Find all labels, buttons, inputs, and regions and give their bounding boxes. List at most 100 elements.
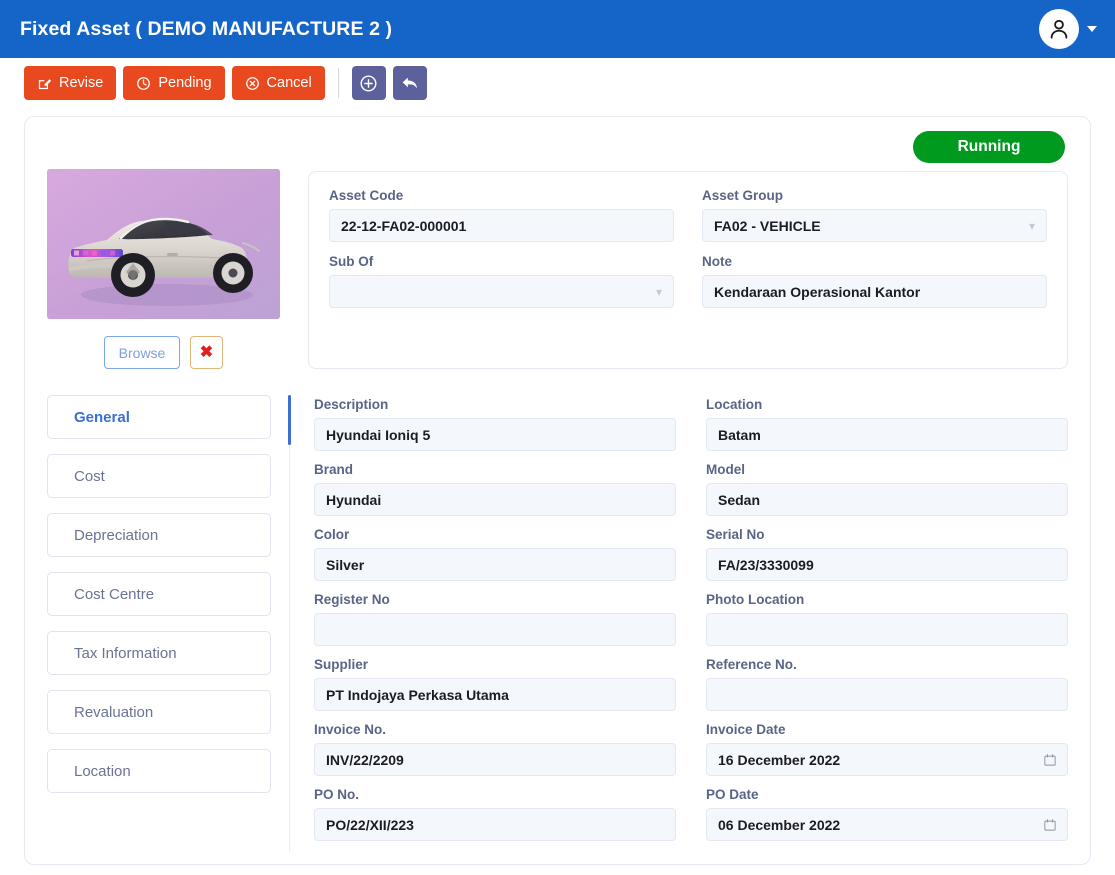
tab-depreciation[interactable]: Depreciation [47, 513, 271, 557]
calendar-icon[interactable] [1043, 753, 1057, 767]
avatar[interactable] [1039, 9, 1079, 49]
add-button[interactable] [351, 66, 386, 100]
browse-button[interactable]: Browse [104, 336, 180, 369]
color-input[interactable]: Silver [314, 548, 676, 581]
tab-revaluation[interactable]: Revaluation [47, 690, 271, 734]
x-circle-icon [245, 76, 259, 90]
cancel-button[interactable]: Cancel [231, 66, 325, 100]
brand-label: Brand [314, 462, 354, 477]
revise-button[interactable]: Revise [24, 66, 117, 100]
back-button[interactable] [392, 66, 427, 100]
note-label: Note [702, 254, 732, 269]
edit-square-icon [38, 78, 52, 89]
tab-cost-centre[interactable]: Cost Centre [47, 572, 271, 616]
active-tab-accent [288, 395, 291, 445]
field-invoice-no: Invoice No. INV/22/2209 [314, 722, 676, 776]
field-note: Note Kendaraan Operasional Kantor [702, 254, 1047, 308]
asset-photo-column: Browse ✖ [47, 169, 280, 369]
tab-cost-centre-label: Cost Centre [74, 585, 155, 603]
asset-photo [47, 169, 280, 319]
status-row: Running [47, 131, 1068, 163]
invoice-no-input[interactable]: INV/22/2209 [314, 743, 676, 776]
asset-info-panel: Asset Code 22-12-FA02-000001 Asset Group… [308, 171, 1068, 369]
status-badge: Running [913, 131, 1065, 163]
tab-tax-information-label: Tax Information [74, 644, 177, 662]
pending-button[interactable]: Pending [123, 66, 225, 100]
color-label: Color [314, 527, 350, 542]
invoice-date-label: Invoice Date [706, 722, 786, 737]
po-no-input[interactable]: PO/22/XII/223 [314, 808, 676, 841]
field-model: Model Sedan [706, 462, 1068, 516]
asset-tabs-section: General Cost Depreciation Cost Centre Ta… [47, 395, 1068, 852]
asset-group-select[interactable]: FA02 - VEHICLE ▾ [702, 209, 1047, 242]
po-no-label: PO No. [314, 787, 360, 802]
field-brand: Brand Hyundai [314, 462, 676, 516]
chevron-down-icon: ▾ [655, 284, 662, 299]
tab-divider [288, 395, 291, 852]
location-label: Location [706, 397, 763, 412]
tab-depreciation-label: Depreciation [74, 526, 159, 544]
supplier-input[interactable]: PT Indojaya Perkasa Utama [314, 678, 676, 711]
asset-detail-card: Running Browse ✖ Asset Code 22-12-FA02-0… [24, 116, 1091, 865]
field-invoice-date: Invoice Date 16 December 2022 [706, 722, 1068, 776]
clock-icon [137, 76, 151, 90]
register-no-input[interactable] [314, 613, 676, 646]
note-input[interactable]: Kendaraan Operasional Kantor [702, 275, 1047, 308]
asset-code-label: Asset Code [329, 188, 404, 203]
po-date-value: 06 December 2022 [718, 816, 841, 833]
tab-tax-information[interactable]: Tax Information [47, 631, 271, 675]
register-no-label: Register No [314, 592, 390, 607]
asset-group-value: FA02 - VEHICLE [714, 217, 821, 234]
tab-revaluation-label: Revaluation [74, 703, 154, 721]
reference-no-label: Reference No. [706, 657, 797, 672]
car-image [47, 169, 280, 319]
pending-label: Pending [158, 75, 212, 91]
field-sub-of: Sub Of ▾ [329, 254, 674, 308]
invoice-date-input[interactable]: 16 December 2022 [706, 743, 1068, 776]
asset-code-input[interactable]: 22-12-FA02-000001 [329, 209, 674, 242]
tab-cost-label: Cost [74, 467, 105, 485]
brand-input[interactable]: Hyundai [314, 483, 676, 516]
reply-arrow-icon [402, 77, 417, 89]
tab-list: General Cost Depreciation Cost Centre Ta… [47, 395, 289, 852]
remove-photo-button[interactable]: ✖ [190, 336, 223, 369]
cancel-label: Cancel [266, 75, 312, 91]
tab-general[interactable]: General [47, 395, 271, 439]
photo-location-label: Photo Location [706, 592, 805, 607]
reference-no-input[interactable] [706, 678, 1068, 711]
user-menu[interactable] [1039, 9, 1097, 49]
supplier-label: Supplier [314, 657, 369, 672]
field-po-no: PO No. PO/22/XII/223 [314, 787, 676, 841]
field-reference-no: Reference No. [706, 657, 1068, 711]
field-location: Location Batam [706, 397, 1068, 451]
field-asset-code: Asset Code 22-12-FA02-000001 [329, 188, 674, 242]
field-description: Description Hyundai Ioniq 5 [314, 397, 676, 451]
field-po-date: PO Date 06 December 2022 [706, 787, 1068, 841]
tab-location[interactable]: Location [47, 749, 271, 793]
description-label: Description [314, 397, 389, 412]
field-color: Color Silver [314, 527, 676, 581]
serial-no-label: Serial No [706, 527, 765, 542]
sub-of-select[interactable]: ▾ [329, 275, 674, 308]
tab-general-label: General [74, 408, 130, 426]
field-asset-group: Asset Group FA02 - VEHICLE ▾ [702, 188, 1047, 242]
tab-cost[interactable]: Cost [47, 454, 271, 498]
model-label: Model [706, 462, 745, 477]
calendar-icon[interactable] [1043, 818, 1057, 832]
model-input[interactable]: Sedan [706, 483, 1068, 516]
po-date-input[interactable]: 06 December 2022 [706, 808, 1068, 841]
invoice-date-value: 16 December 2022 [718, 751, 841, 768]
page-title: Fixed Asset ( DEMO MANUFACTURE 2 ) [20, 17, 393, 40]
po-date-label: PO Date [706, 787, 759, 802]
field-register-no: Register No [314, 592, 676, 646]
field-serial-no: Serial No FA/23/3330099 [706, 527, 1068, 581]
field-supplier: Supplier PT Indojaya Perkasa Utama [314, 657, 676, 711]
revise-label: Revise [59, 75, 104, 91]
photo-location-input[interactable] [706, 613, 1068, 646]
description-input[interactable]: Hyundai Ioniq 5 [314, 418, 676, 451]
chevron-down-icon: ▾ [1028, 218, 1035, 233]
chevron-down-icon[interactable] [1087, 26, 1097, 32]
serial-no-input[interactable]: FA/23/3330099 [706, 548, 1068, 581]
location-input[interactable]: Batam [706, 418, 1068, 451]
toolbar: Revise Pending Cancel [0, 58, 1115, 108]
